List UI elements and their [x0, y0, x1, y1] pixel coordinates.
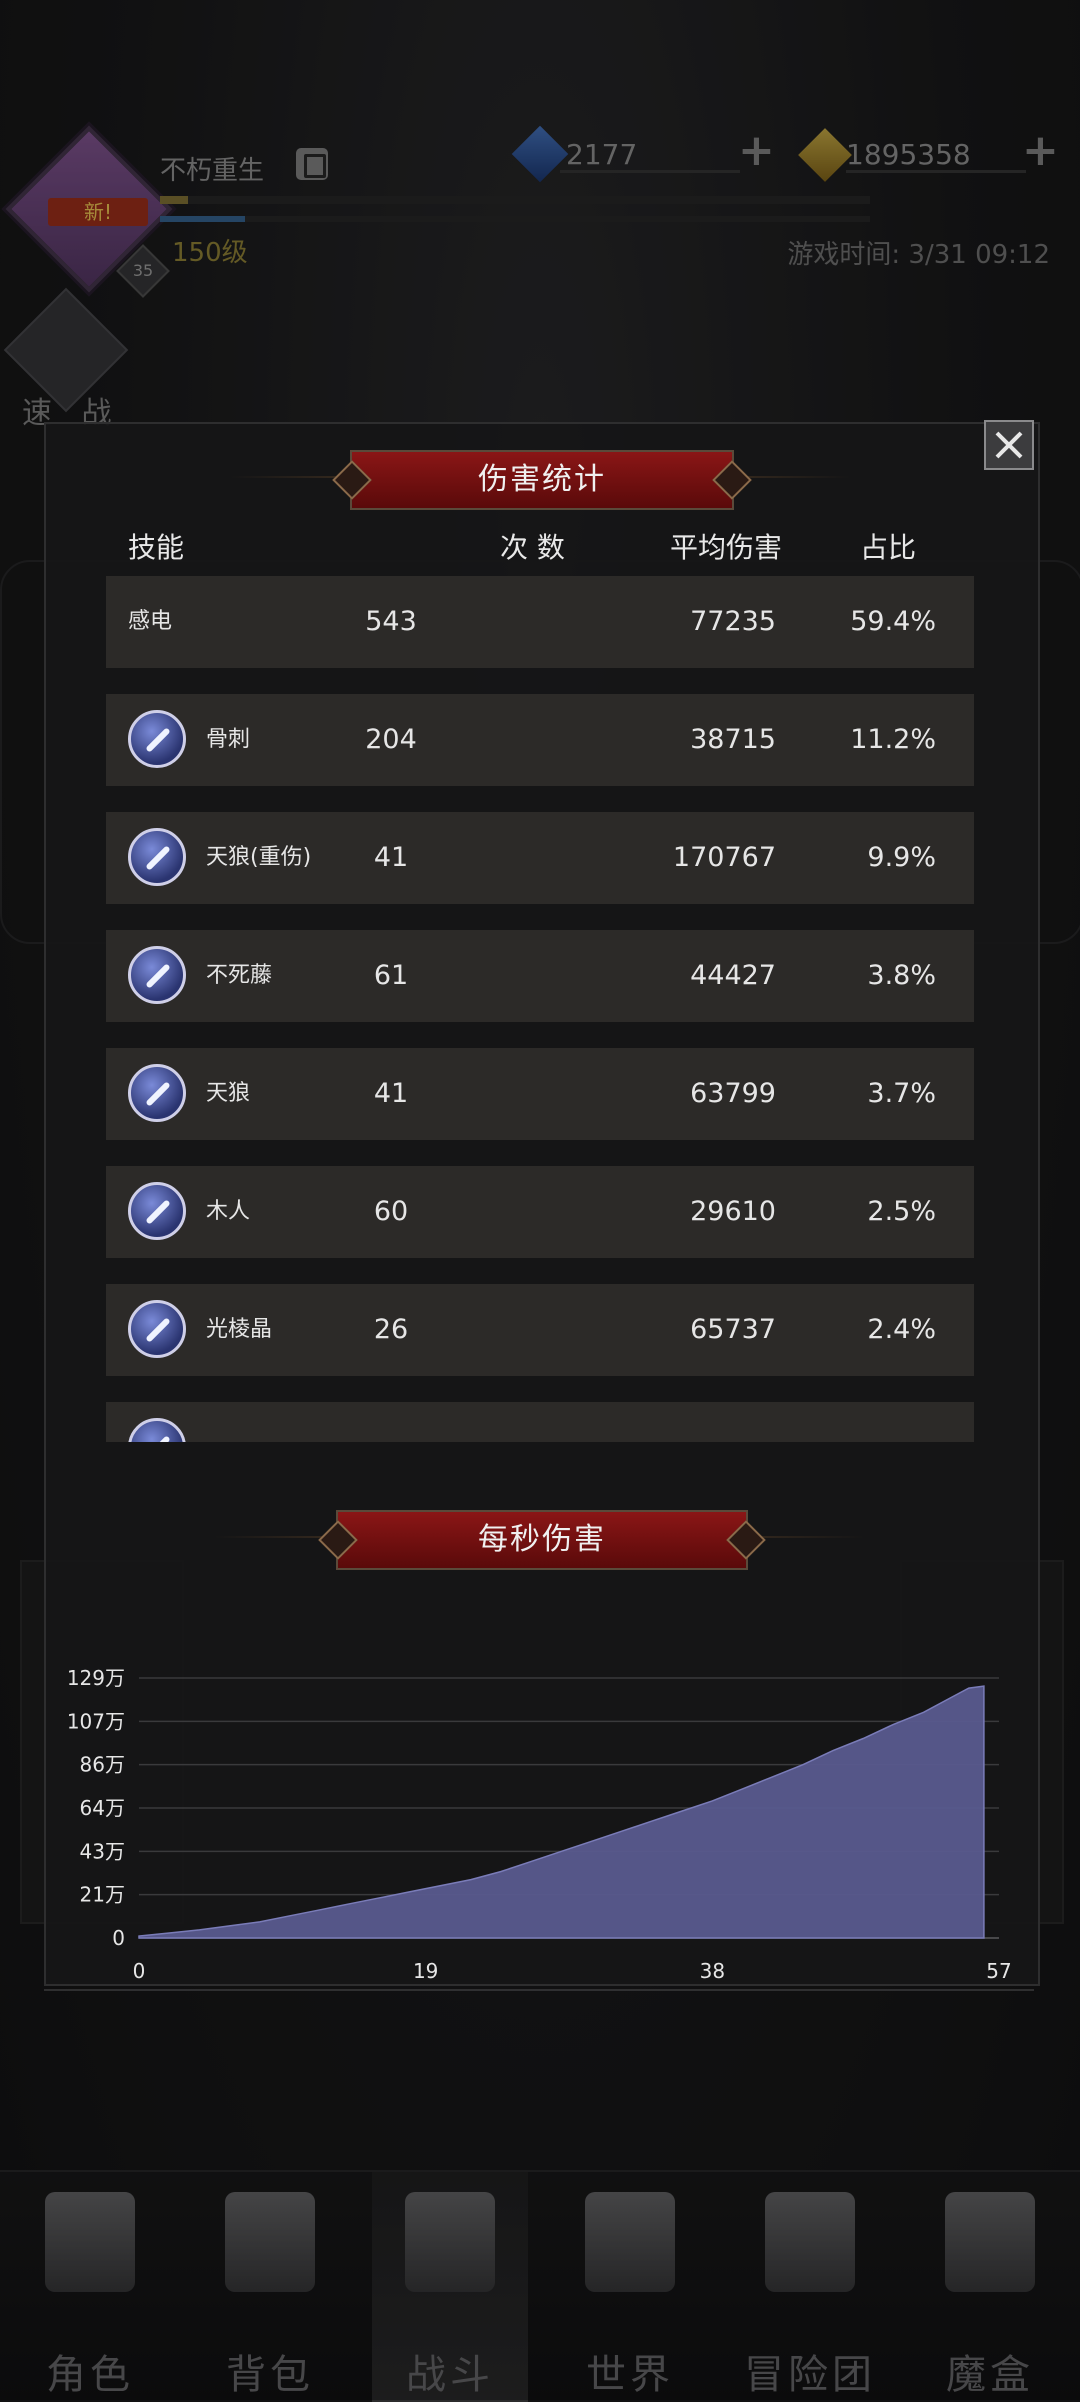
skill-avg-damage: 44427 [690, 960, 776, 991]
skill-percent: 9.9% [867, 842, 936, 873]
skill-percent: 2.4% [867, 1314, 936, 1345]
skill-name: 木人 [206, 1199, 251, 1224]
skill-percent: 2.5% [867, 1196, 936, 1227]
y-tick-label: 0 [112, 1926, 125, 1950]
skill-percent: 11.2% [850, 724, 936, 755]
header-count: 次 数 [500, 531, 565, 564]
dps-chart: 0 21万 43万 64万 86万 107万 129万 0 19 38 57 [44, 1666, 1034, 1991]
skill-count: 41 [373, 1078, 409, 1109]
y-tick-label: 86万 [80, 1753, 125, 1777]
skill-count: 41 [373, 842, 409, 873]
dps-chart-title: 每秒伤害 [478, 1522, 606, 1557]
y-tick-label: 21万 [80, 1883, 125, 1907]
skill-avg-damage: 65737 [690, 1314, 776, 1345]
y-tick-label: 43万 [80, 1839, 125, 1863]
wolf-fang-icon [128, 1064, 186, 1122]
skill-name: 感电 [128, 609, 173, 634]
table-row: 天狼 41 63799 3.7% [106, 1048, 974, 1140]
skill-avg-damage: 63799 [690, 1078, 776, 1109]
table-row: 感电 543 77235 59.4% [106, 576, 974, 668]
x-tick-label: 0 [133, 1959, 146, 1983]
y-tick-label: 64万 [80, 1796, 125, 1820]
skill-count: 61 [373, 960, 409, 991]
dps-series-area [138, 1685, 985, 1939]
skill-name: 天狼(重伤) [206, 845, 312, 870]
skill-icon [128, 1418, 186, 1442]
skill-percent: 59.4% [850, 606, 936, 637]
skill-name: 不死藤 [206, 963, 273, 988]
table-row: 光棱晶 26 65737 2.4% [106, 1284, 974, 1376]
prism-crystal-icon [128, 1300, 186, 1358]
skill-percent: 3.7% [867, 1078, 936, 1109]
sword-icon [128, 828, 186, 886]
skill-avg-damage: 29610 [690, 1196, 776, 1227]
x-tick-label: 19 [413, 1959, 438, 1983]
skill-count: 543 [365, 606, 417, 637]
skill-count: 204 [365, 724, 417, 755]
table-row: 骨刺 204 38715 11.2% [106, 694, 974, 786]
damage-stats-title-banner: 伤害统计 [332, 450, 752, 510]
table-row: 木人 60 29610 2.5% [106, 1166, 974, 1258]
skill-name: 光棱晶 [206, 1317, 273, 1342]
wood-dummy-icon [128, 1182, 186, 1240]
header-pct: 占比 [860, 531, 917, 564]
skill-name: 骨刺 [206, 727, 251, 752]
vine-icon [128, 946, 186, 1004]
skill-avg-damage: 170767 [672, 842, 776, 873]
x-tick-label: 38 [700, 1959, 725, 1983]
y-tick-label: 107万 [67, 1709, 125, 1733]
skill-avg-damage: 77235 [690, 606, 776, 637]
skill-count: 26 [373, 1314, 409, 1345]
close-button[interactable] [984, 420, 1034, 470]
header-avg: 平均伤害 [670, 531, 783, 564]
skill-count: 60 [373, 1196, 409, 1227]
skill-percent: 3.8% [867, 960, 936, 991]
table-row: 天狼(重伤) 41 170767 9.9% [106, 812, 974, 904]
skill-avg-damage: 38715 [690, 724, 776, 755]
y-tick-label: 129万 [67, 1666, 125, 1690]
dps-title-banner: 每秒伤害 [318, 1510, 766, 1570]
bone-spike-icon [128, 710, 186, 768]
header-skill: 技能 [128, 531, 185, 564]
table-row-clipped[interactable] [106, 1402, 974, 1442]
skill-name: 天狼 [206, 1081, 251, 1106]
damage-stats-title: 伤害统计 [478, 462, 606, 497]
table-row: 不死藤 61 44427 3.8% [106, 930, 974, 1022]
x-tick-label: 57 [986, 1959, 1011, 1983]
